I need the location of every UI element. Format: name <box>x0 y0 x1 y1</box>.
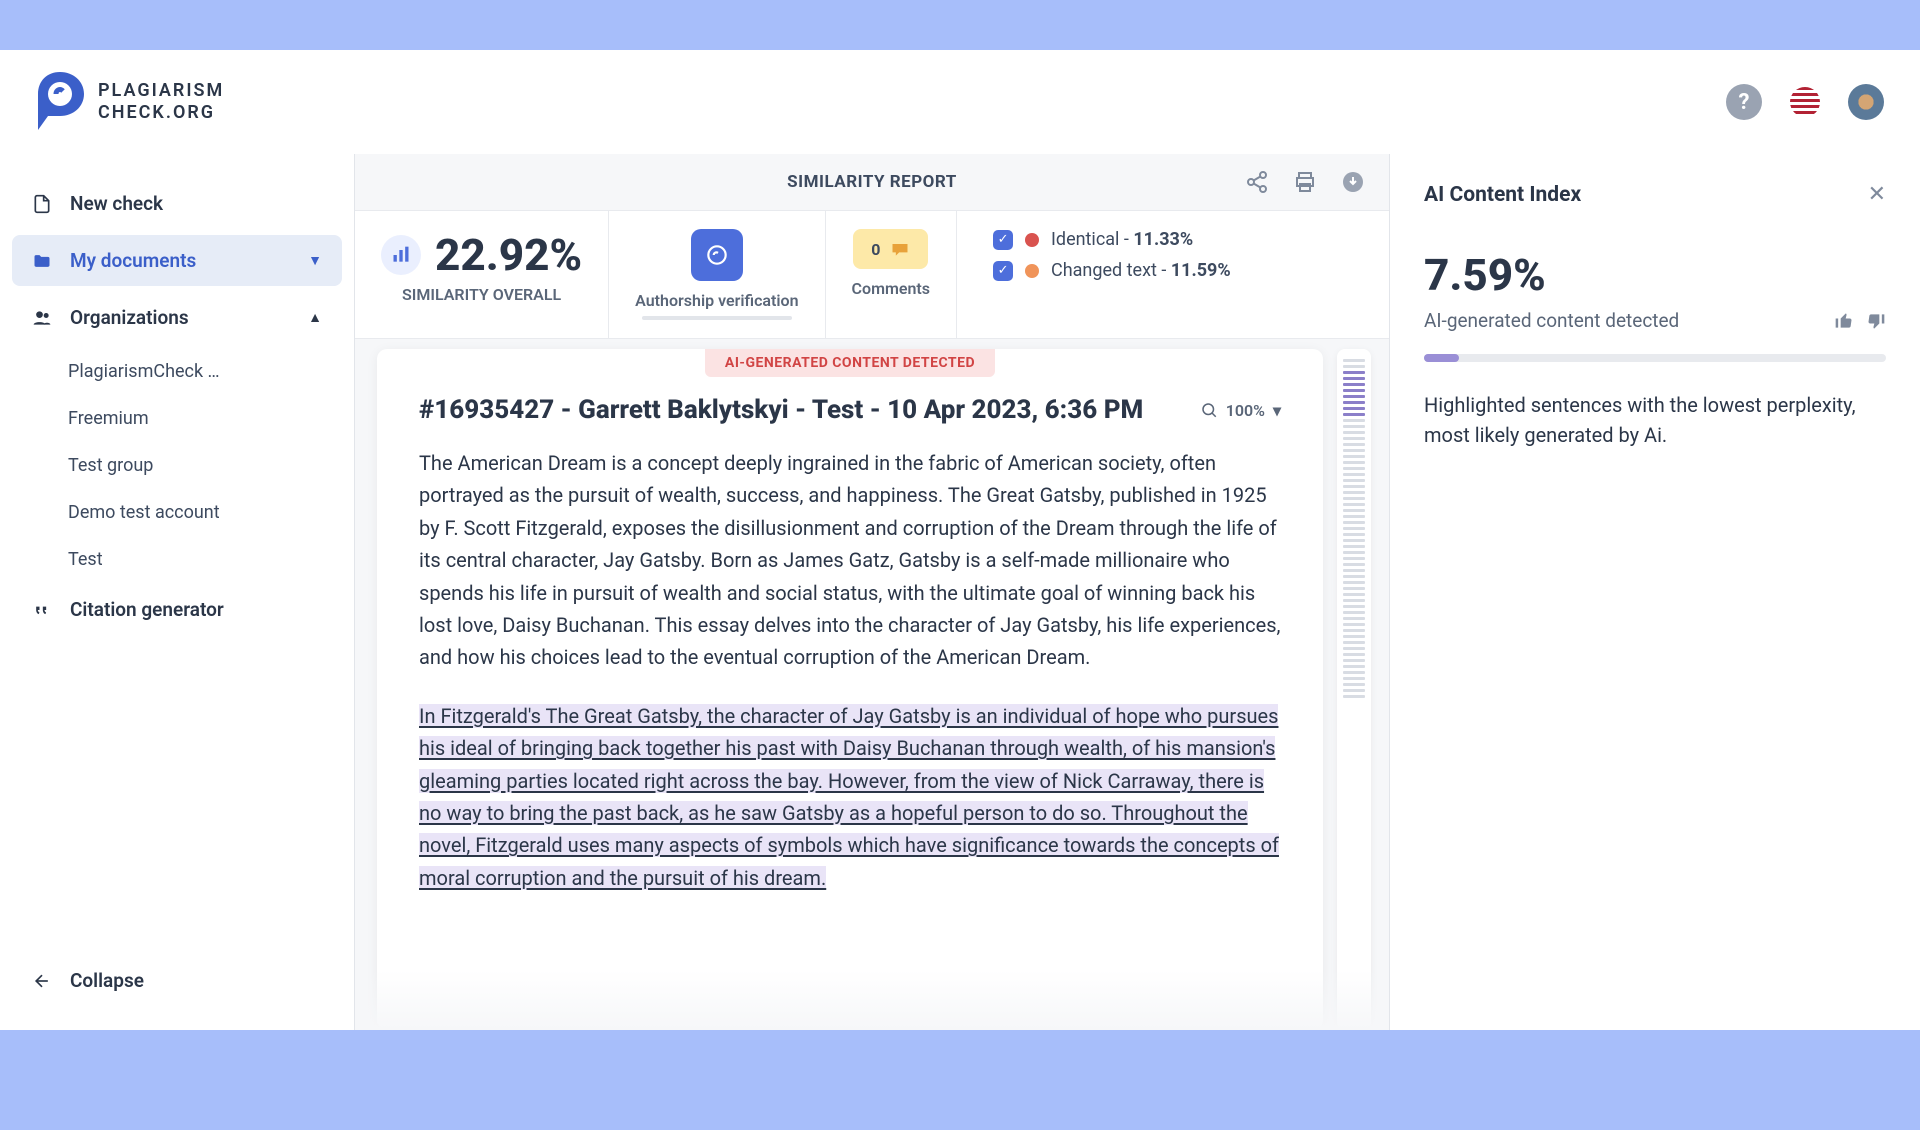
chevron-down-icon: ▼ <box>308 252 322 269</box>
comments-badge: 0 <box>853 229 928 269</box>
download-icon[interactable] <box>1341 170 1365 194</box>
document-title: #16935427 - Garrett Baklytskyi - Test - … <box>419 395 1143 425</box>
doc-paragraph-2: In Fitzgerald's The Great Gatsby, the ch… <box>419 700 1281 894</box>
report-header: SIMILARITY REPORT <box>355 154 1389 211</box>
sidebar-org-item-0[interactable]: PlagiarismCheck … <box>12 349 342 394</box>
sidebar-my-documents[interactable]: My documents ▼ <box>12 235 342 286</box>
document-body: The American Dream is a concept deeply i… <box>419 447 1281 894</box>
sidebar-org-item-4[interactable]: Test <box>12 537 342 582</box>
ai-panel: AI Content Index ✕ 7.59% AI-generated co… <box>1390 154 1920 1030</box>
language-flag-icon[interactable] <box>1790 87 1820 117</box>
chevron-up-icon: ▲ <box>308 309 322 326</box>
search-icon <box>1200 401 1218 419</box>
users-icon <box>32 308 52 328</box>
share-icon[interactable] <box>1245 170 1269 194</box>
logo-text-1: PLAGIARISM <box>98 80 224 102</box>
minimap[interactable] <box>1337 349 1371 1030</box>
logo[interactable]: PLAGIARISM CHECK.ORG <box>36 72 224 132</box>
ai-panel-title: AI Content Index <box>1424 183 1581 207</box>
logo-mark-icon <box>36 72 84 132</box>
checkbox-identical[interactable]: ✓ <box>993 230 1013 250</box>
help-button[interactable]: ? <box>1726 84 1762 120</box>
comments-cell[interactable]: 0 Comments <box>826 211 957 338</box>
legend-cell: ✓ Identical - 11.33% ✓ Changed text - 11… <box>957 211 1389 338</box>
ai-percent: 7.59% <box>1424 249 1886 301</box>
comments-label: Comments <box>852 279 930 298</box>
folder-icon <box>32 251 52 271</box>
checkbox-changed[interactable]: ✓ <box>993 261 1013 281</box>
arrow-left-icon <box>32 971 52 991</box>
similarity-percent: 22.92% <box>435 229 582 281</box>
logo-text-2: CHECK.ORG <box>98 102 224 124</box>
similarity-label: SIMILARITY OVERALL <box>402 285 561 304</box>
avatar[interactable] <box>1848 84 1884 120</box>
sidebar-organizations[interactable]: Organizations ▲ <box>12 292 342 343</box>
dot-red-icon <box>1025 233 1039 247</box>
app-frame: PLAGIARISM CHECK.ORG ? New check My docu… <box>0 50 1920 1030</box>
ai-progress-fill <box>1424 354 1459 362</box>
comment-icon <box>890 239 910 259</box>
authorship-cell[interactable]: Authorship verification <box>609 211 825 338</box>
ai-subtitle: AI-generated content detected <box>1424 309 1679 332</box>
chart-icon <box>381 235 421 275</box>
ai-banner: AI-GENERATED CONTENT DETECTED <box>705 349 995 377</box>
sidebar-new-check[interactable]: New check <box>12 178 342 229</box>
stats-row: 22.92% SIMILARITY OVERALL Authorship ver… <box>355 211 1389 339</box>
sidebar: New check My documents ▼ Organizations ▲… <box>0 154 355 1030</box>
collapse-button[interactable]: Collapse <box>12 955 342 1006</box>
authorship-label: Authorship verification <box>635 291 798 310</box>
close-icon[interactable]: ✕ <box>1868 182 1886 207</box>
document-icon <box>32 194 52 214</box>
print-icon[interactable] <box>1293 170 1317 194</box>
quote-icon <box>32 600 52 620</box>
sidebar-org-item-1[interactable]: Freemium <box>12 396 342 441</box>
report-title: SIMILARITY REPORT <box>787 172 957 192</box>
document-wrap: AI-GENERATED CONTENT DETECTED #16935427 … <box>355 339 1389 1030</box>
similarity-cell: 22.92% SIMILARITY OVERALL <box>355 211 609 338</box>
ai-progress-bar <box>1424 354 1886 362</box>
zoom-control[interactable]: 100% ▾ <box>1200 401 1281 420</box>
document-card: AI-GENERATED CONTENT DETECTED #16935427 … <box>377 349 1323 1030</box>
sidebar-org-item-2[interactable]: Test group <box>12 443 342 488</box>
main-column: SIMILARITY REPORT 22.92% SIMILARITY OVER… <box>355 154 1390 1030</box>
thumbs-down-icon[interactable] <box>1866 311 1886 331</box>
doc-paragraph-1: The American Dream is a concept deeply i… <box>419 447 1281 674</box>
chevron-down-icon: ▾ <box>1273 401 1281 420</box>
ai-description: Highlighted sentences with the lowest pe… <box>1424 390 1886 450</box>
thumbs-up-icon[interactable] <box>1834 311 1854 331</box>
legend-changed[interactable]: ✓ Changed text - 11.59% <box>993 260 1231 281</box>
sidebar-org-item-3[interactable]: Demo test account <box>12 490 342 535</box>
dot-orange-icon <box>1025 264 1039 278</box>
legend-identical[interactable]: ✓ Identical - 11.33% <box>993 229 1193 250</box>
sidebar-citation[interactable]: Citation generator <box>12 584 342 635</box>
topbar: PLAGIARISM CHECK.ORG ? <box>0 50 1920 154</box>
authorship-icon <box>691 229 743 281</box>
